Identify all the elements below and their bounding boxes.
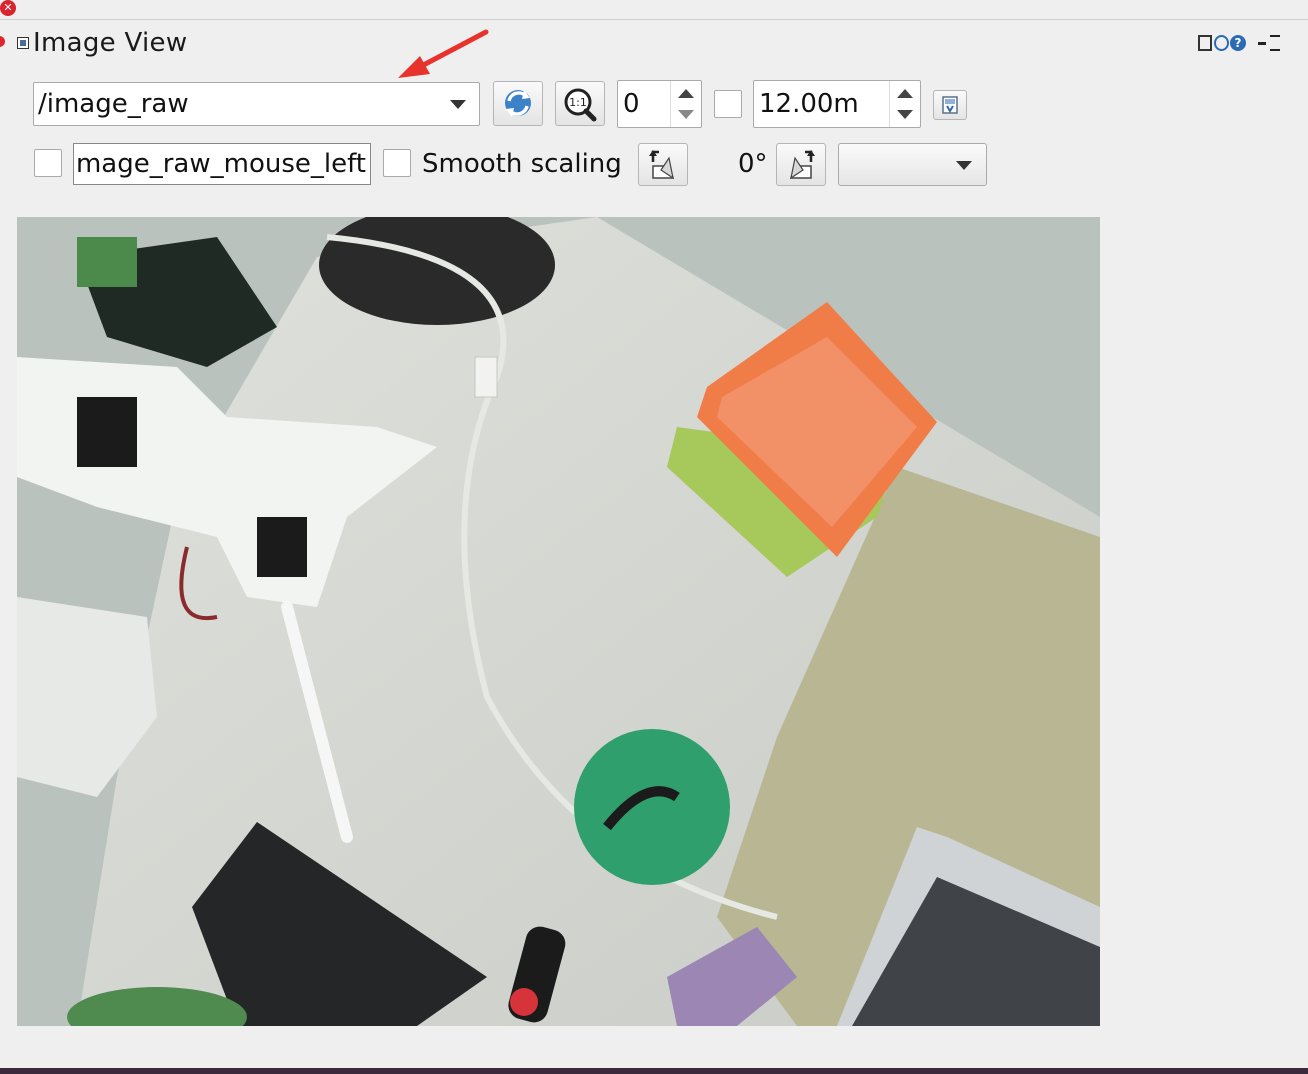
chevron-down-icon [450, 100, 466, 109]
save-image-button[interactable] [933, 90, 967, 120]
topic-select[interactable]: /image_raw [33, 82, 480, 126]
refresh-icon [505, 90, 531, 117]
rotation-angle-label: 0° [738, 149, 768, 179]
rotate-right-icon [789, 150, 815, 180]
help-icon[interactable]: ? [1230, 35, 1246, 51]
spin-down-icon[interactable] [678, 110, 694, 119]
smooth-scaling-checkbox[interactable] [383, 149, 411, 177]
svg-text:1:1: 1:1 [569, 96, 587, 109]
save-icon [942, 96, 958, 114]
mouse-topic-input[interactable]: mage_raw_mouse_left [73, 143, 371, 185]
restore-icon[interactable] [1270, 35, 1280, 51]
rotate-left-button[interactable] [638, 143, 688, 186]
topic-select-value: /image_raw [38, 89, 189, 119]
camera-image[interactable] [17, 217, 1100, 1026]
publish-mouse-checkbox[interactable] [34, 149, 62, 177]
annotation-arrow-icon [398, 29, 489, 78]
zoom-original-button[interactable]: 1:1 [555, 81, 605, 126]
frame-icon[interactable] [1198, 35, 1212, 51]
refresh-icon[interactable] [1214, 35, 1229, 51]
window-status-dot [0, 36, 5, 47]
max-distance-spinbox[interactable]: 12.00m [753, 80, 921, 128]
frame-spinbox-value: 0 [623, 89, 640, 119]
rotate-right-button[interactable] [776, 143, 826, 186]
minimize-icon[interactable] [1258, 42, 1266, 45]
mouse-topic-value: mage_raw_mouse_left [75, 149, 366, 179]
rotate-left-icon [649, 150, 675, 180]
plugin-icon [17, 37, 29, 49]
spinbox-arrows[interactable] [889, 81, 920, 127]
smooth-scaling-label: Smooth scaling [422, 149, 622, 179]
window-title: Image View [33, 28, 188, 58]
refresh-topics-button[interactable] [493, 81, 543, 126]
close-icon[interactable]: ✕ [0, 0, 16, 16]
camera-image-render [17, 217, 1100, 1026]
color-scheme-select[interactable] [838, 143, 987, 186]
window-top-border [0, 19, 1308, 20]
desktop-strip [0, 1068, 1308, 1074]
spinbox-arrows[interactable] [670, 81, 701, 127]
spin-up-icon[interactable] [678, 89, 694, 98]
frame-spinbox[interactable]: 0 [617, 80, 702, 128]
spin-up-icon[interactable] [897, 89, 913, 98]
zoom-1to1-icon: 1:1 [564, 88, 597, 122]
spin-down-icon[interactable] [897, 110, 913, 119]
chevron-down-icon [956, 161, 972, 170]
dynamic-range-checkbox[interactable] [714, 90, 742, 118]
max-distance-value: 12.00m [759, 89, 859, 119]
